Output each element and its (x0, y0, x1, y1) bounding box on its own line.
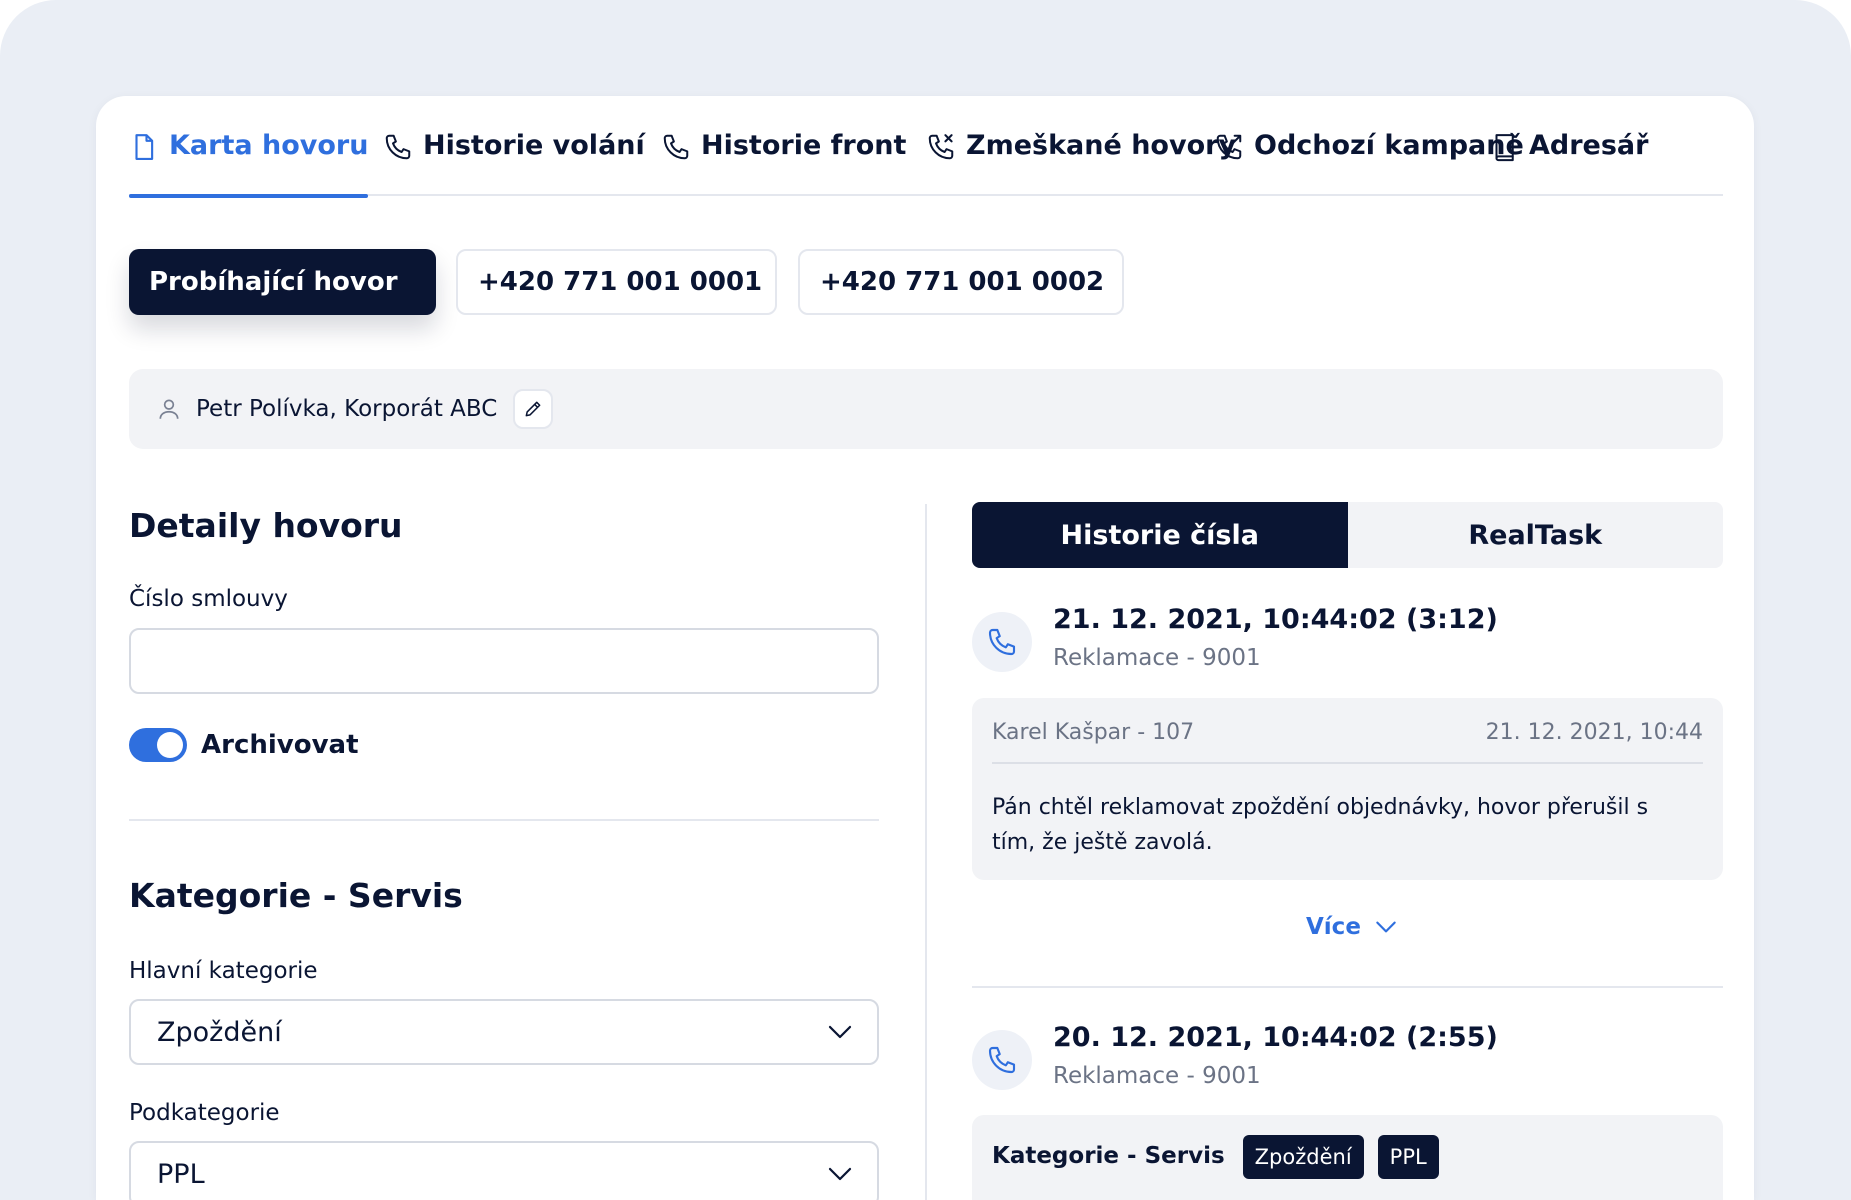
select-value: PPL (157, 1158, 205, 1190)
tab-historie-cisla[interactable]: Historie čísla (972, 502, 1348, 568)
missed-call-icon (928, 134, 954, 160)
note-author: Karel Kašpar - 107 (992, 720, 1195, 745)
edit-contact-button[interactable] (513, 389, 554, 429)
call-category-box: Kategorie - Servis Zpoždění PPL (972, 1115, 1723, 1200)
sub-category-select[interactable]: PPL (129, 1141, 879, 1200)
contact-name: Petr Polívka, Korporát ABC (196, 396, 498, 422)
archive-row: Archivovat (129, 728, 359, 762)
phone-icon (663, 134, 689, 160)
call-category-label: Kategorie - Servis (992, 1143, 1225, 1169)
tab-historie-volani[interactable]: Historie volání (383, 130, 645, 196)
chip-number-0001[interactable]: +420 771 001 0001 (456, 249, 777, 315)
contact-bar: Petr Polívka, Korporát ABC (129, 369, 1723, 449)
more-label: Více (1306, 914, 1361, 940)
tab-adresar[interactable]: Adresář (1489, 130, 1648, 196)
history-segmented-control: Historie čísla RealTask (972, 502, 1723, 568)
divider (129, 819, 879, 821)
category-badge: Zpoždění (1242, 1135, 1364, 1179)
call-entry-icon (972, 612, 1032, 672)
tab-label: Historie volání (423, 130, 645, 161)
call-queue: Reklamace - 9001 (1053, 645, 1261, 671)
note-text: Pán chtěl reklamovat zpoždění objednávky… (992, 795, 1649, 855)
category-badge: PPL (1377, 1135, 1439, 1179)
main-tabs: Karta hovoru Historie volání Historie fr… (129, 96, 1723, 198)
column-divider (925, 504, 927, 1200)
phone-icon (988, 628, 1016, 656)
archive-toggle[interactable] (129, 728, 187, 762)
tab-odchozi-kampane[interactable]: Odchozí kampaně (1214, 130, 1524, 196)
category-title: Kategorie - Servis (129, 876, 463, 915)
chip-label: Probíhající hovor (149, 267, 398, 297)
chevron-down-icon (828, 1167, 852, 1181)
chip-number-0002[interactable]: +420 771 001 0002 (798, 249, 1124, 315)
tab-label: Zmeškané hovory (966, 130, 1237, 161)
tab-karta-hovoru[interactable]: Karta hovoru (129, 130, 369, 198)
sub-category-label: Podkategorie (129, 1100, 280, 1126)
tab-historie-front[interactable]: Historie front (661, 130, 906, 196)
note-time: 21. 12. 2021, 10:44 (1485, 720, 1703, 745)
call-queue: Reklamace - 9001 (1053, 1063, 1261, 1089)
divider (972, 986, 1723, 988)
chip-active-call[interactable]: Probíhající hovor (129, 249, 436, 315)
archive-label: Archivovat (201, 730, 359, 760)
chevron-down-icon (828, 1025, 852, 1039)
chevron-down-icon (1376, 921, 1396, 933)
main-category-select[interactable]: Zpoždění (129, 999, 879, 1065)
chip-label: +420 771 001 0001 (478, 267, 763, 297)
tab-zmeskane-hovory[interactable]: Zmeškané hovory (926, 130, 1236, 196)
main-category-label: Hlavní kategorie (129, 958, 318, 984)
call-card-panel: Karta hovoru Historie volání Historie fr… (96, 96, 1754, 1200)
contract-label: Číslo smlouvy (129, 586, 288, 612)
outgoing-call-icon (1216, 134, 1242, 160)
document-icon (135, 134, 154, 160)
phone-icon (385, 134, 411, 160)
tab-label: Historie front (701, 130, 907, 161)
select-value: Zpoždění (157, 1016, 282, 1048)
tab-label: Odchozí kampaně (1254, 130, 1524, 161)
call-datetime: 20. 12. 2021, 10:44:02 (2:55) (1053, 1022, 1498, 1053)
user-icon (159, 399, 179, 419)
more-button[interactable]: Více (1306, 914, 1399, 940)
note-header: Karel Kašpar - 107 21. 12. 2021, 10:44 (992, 720, 1703, 764)
call-datetime: 21. 12. 2021, 10:44:02 (3:12) (1053, 604, 1498, 635)
call-note: Karel Kašpar - 107 21. 12. 2021, 10:44 P… (972, 698, 1723, 880)
tab-label: Adresář (1529, 130, 1649, 161)
book-icon (1495, 134, 1514, 162)
pencil-icon (525, 401, 541, 417)
tab-label: Karta hovoru (169, 130, 369, 161)
tab-realtask[interactable]: RealTask (1348, 502, 1724, 568)
contract-number-input[interactable] (129, 628, 879, 694)
details-title: Detaily hovoru (129, 506, 403, 545)
chip-label: +420 771 001 0002 (820, 267, 1105, 297)
call-entry-icon (972, 1030, 1032, 1090)
phone-icon (988, 1046, 1016, 1074)
